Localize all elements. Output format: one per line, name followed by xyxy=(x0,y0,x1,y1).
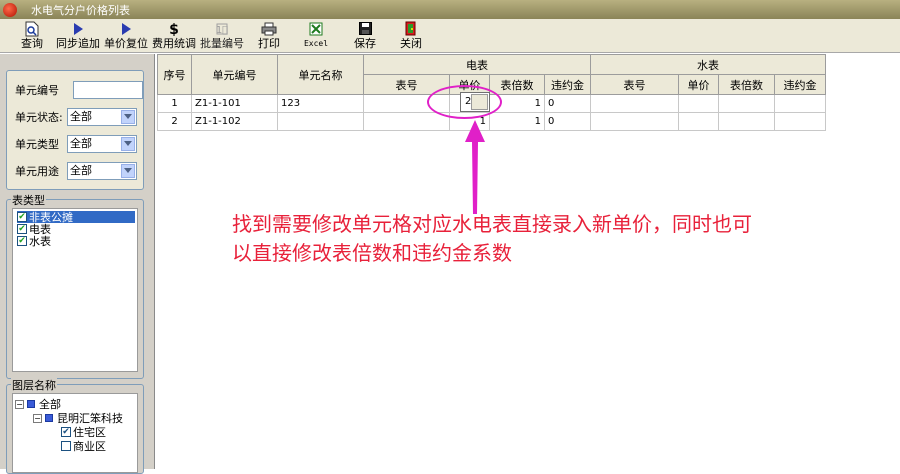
collapse-icon[interactable]: − xyxy=(33,413,42,423)
cell-unit-name[interactable] xyxy=(277,112,364,131)
checkbox-checked-icon[interactable]: ✔ xyxy=(17,212,27,222)
header-w-meter-no: 表号 xyxy=(590,74,679,95)
checkbox-checked-icon[interactable]: ✔ xyxy=(17,224,27,234)
filter-panel: 单元编号 单元状态: 全部 单元类型 全部 单元用途 全部 xyxy=(6,70,144,190)
reset-price-button[interactable]: 单价复位 xyxy=(104,20,148,52)
cell-unit-code[interactable]: Z1-1-102 xyxy=(191,112,278,131)
annotation-line-1: 找到需要修改单元格对应水电表直接录入新单价，同时也可 xyxy=(232,212,752,236)
checkbox-unchecked-icon[interactable] xyxy=(61,441,71,451)
svg-text:$: $ xyxy=(169,22,179,37)
cell-w-price[interactable] xyxy=(678,94,719,113)
cell-w-meter[interactable] xyxy=(590,112,679,131)
unit-use-label: 单元用途 xyxy=(15,165,59,178)
unit-number-input[interactable] xyxy=(73,81,143,99)
cell-w-penalty[interactable] xyxy=(774,112,826,131)
unit-status-label: 单元状态: xyxy=(15,111,63,124)
meter-type-title: 表类型 xyxy=(11,192,46,208)
sidebar: 单元编号 单元状态: 全部 单元类型 全部 单元用途 全部 表类型 ✔ 非表公摊… xyxy=(0,54,155,474)
chevron-down-icon[interactable] xyxy=(121,110,135,124)
cell-e-penalty[interactable]: 0 xyxy=(544,94,591,113)
arrow-right-icon xyxy=(71,20,85,37)
header-seq: 序号 xyxy=(157,54,192,95)
header-w-multiplier: 表倍数 xyxy=(718,74,775,95)
fee-adjust-button[interactable]: $ 费用统调 xyxy=(152,20,196,52)
chevron-down-icon[interactable] xyxy=(121,137,135,151)
header-unit-name: 单元名称 xyxy=(277,54,364,95)
unit-use-select[interactable]: 全部 xyxy=(67,162,137,180)
unit-number-label: 单元编号 xyxy=(15,84,59,97)
arrow-right-icon xyxy=(119,20,133,37)
excel-button[interactable]: Excel xyxy=(301,20,331,52)
cell-w-multiplier[interactable] xyxy=(718,112,775,131)
highlight-ellipse xyxy=(427,85,502,119)
cell-unit-code[interactable]: Z1-1-101 xyxy=(191,94,278,113)
title-bar: 水电气分户价格列表 xyxy=(0,0,900,19)
cell-w-multiplier[interactable] xyxy=(718,94,775,113)
excel-icon xyxy=(309,20,323,37)
layer-title: 图层名称 xyxy=(11,377,57,393)
layer-group: 图层名称 − 全部 − 昆明汇笨科技 ✔ 住宅区 商业区 xyxy=(6,377,144,474)
cell-seq: 2 xyxy=(157,112,192,131)
layer-tree: − 全部 − 昆明汇笨科技 ✔ 住宅区 商业区 xyxy=(12,393,138,473)
printer-icon xyxy=(261,20,277,37)
header-w-price: 单价 xyxy=(678,74,719,95)
close-button[interactable]: 关闭 xyxy=(398,20,424,52)
cell-e-penalty[interactable]: 0 xyxy=(544,112,591,131)
chevron-down-icon[interactable] xyxy=(121,164,135,178)
header-water: 水表 xyxy=(590,54,826,75)
header-electric: 电表 xyxy=(363,54,591,75)
annotation-text: 找到需要修改单元格对应水电表直接录入新单价，同时也可 以直接修改表倍数和违约金系… xyxy=(232,210,892,268)
meter-type-list: ✔ 非表公摊 ✔ 电表 ✔ 水表 xyxy=(12,208,138,372)
meter-type-item[interactable]: ✔ 水表 xyxy=(17,235,51,248)
cell-w-price[interactable] xyxy=(678,112,719,131)
cell-w-meter[interactable] xyxy=(590,94,679,113)
sync-add-button[interactable]: 同步追加 xyxy=(56,20,100,52)
cell-w-penalty[interactable] xyxy=(774,94,826,113)
annotation-line-2: 以直接修改表倍数和违约金系数 xyxy=(232,241,512,265)
unit-type-select[interactable]: 全部 xyxy=(67,135,137,153)
query-button[interactable]: 查询 xyxy=(19,20,45,52)
tree-node-commercial[interactable]: 商业区 xyxy=(61,438,106,454)
app-icon xyxy=(3,2,17,17)
header-e-multiplier: 表倍数 xyxy=(489,74,545,95)
number-icon: 1⃣ xyxy=(215,20,229,37)
table-row: 2 Z1-1-102 1 1 0 xyxy=(157,112,826,131)
header-unit-code: 单元编号 xyxy=(191,54,278,95)
save-button[interactable]: 保存 xyxy=(352,20,378,52)
cell-e-meter[interactable] xyxy=(363,112,450,131)
exit-door-icon xyxy=(404,20,418,37)
annotation-arrow xyxy=(465,120,485,214)
header-w-penalty: 违约金 xyxy=(774,74,826,95)
cell-e-multiplier[interactable]: 1 xyxy=(489,112,545,131)
floppy-icon xyxy=(358,20,372,37)
unit-type-label: 单元类型 xyxy=(15,138,59,151)
partial-check-icon[interactable] xyxy=(27,400,35,408)
toolbar: 查询 同步追加 单价复位 $ 费用统调 1⃣ 批量编号 打印 Excel 保存 … xyxy=(0,19,900,53)
print-button[interactable]: 打印 xyxy=(256,20,282,52)
partial-check-icon[interactable] xyxy=(45,414,53,422)
checkbox-checked-icon[interactable]: ✔ xyxy=(17,236,27,246)
batch-number-button[interactable]: 1⃣ 批量编号 xyxy=(200,20,244,52)
dollar-icon: $ xyxy=(167,20,181,37)
checkbox-checked-icon[interactable]: ✔ xyxy=(61,427,71,437)
meter-type-group: 表类型 ✔ 非表公摊 ✔ 电表 ✔ 水表 xyxy=(6,192,144,379)
query-icon xyxy=(25,20,39,37)
unit-status-select[interactable]: 全部 xyxy=(67,108,137,126)
header-e-penalty: 违约金 xyxy=(544,74,591,95)
cell-seq: 1 xyxy=(157,94,192,113)
collapse-icon[interactable]: − xyxy=(15,399,24,409)
cell-unit-name[interactable]: 123 xyxy=(277,94,364,113)
window-title: 水电气分户价格列表 xyxy=(31,3,130,17)
